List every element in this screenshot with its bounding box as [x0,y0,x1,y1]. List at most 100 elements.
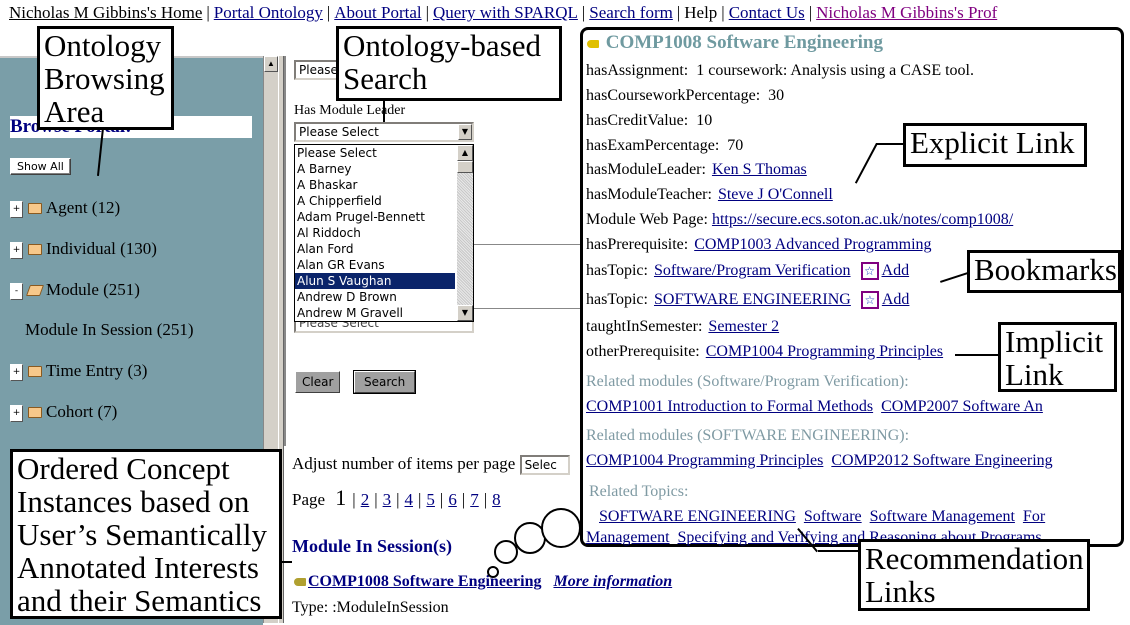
result-title-link[interactable]: COMP1008 Software Engineering [308,573,541,590]
related-topic-link[interactable]: Software Management [870,508,1015,525]
page-link[interactable]: 7 [465,490,484,509]
dropdown-option[interactable]: Andrew M Gravell [295,305,455,321]
topic-link[interactable]: Software/Program Verification [654,262,851,279]
related-topic-link[interactable]: Software [804,508,862,525]
dropdown-option[interactable]: Andrew D Brown [295,289,455,305]
tree-item-label: Time Entry (3) [46,361,148,380]
items-per-page-select[interactable]: Selec [519,455,570,476]
bookmark-star-icon[interactable]: ☆ [860,291,879,310]
scroll-down-arrow-icon[interactable]: ▼ [457,305,473,321]
dropdown-option[interactable]: A Chipperfield [295,193,455,209]
tree-item-time-entry[interactable]: + Time Entry (3) [10,361,147,381]
page-link[interactable]: 8 [487,490,506,509]
related-module-link[interactable]: COMP2007 Software An [881,398,1043,415]
module-leader-select[interactable]: Please Select ▼ [294,122,474,142]
nav-search-form-link[interactable]: Search form [589,3,673,22]
results-section-title: Module In Session(s) [292,536,453,556]
nav-separator: | [676,3,681,22]
dropdown-scrollbar[interactable]: ▲ ▼ [457,145,473,321]
tree-item-individual[interactable]: + Individual (130) [10,239,157,259]
module-teacher-link[interactable]: Steve J O'Connell [718,186,833,203]
dropdown-option[interactable]: Al Riddoch [295,225,455,241]
page-link[interactable]: 6 [443,490,462,509]
clear-button[interactable]: Clear [295,371,341,393]
property-key: hasPrerequisite: [586,236,689,253]
tree-item-module[interactable]: - Module (251) [10,280,140,300]
other-prerequisite-link[interactable]: COMP1004 Programming Principles [706,343,943,360]
related-module-link[interactable]: COMP2012 Software Engineering [831,452,1052,469]
nav-separator: | [425,3,430,22]
dropdown-option[interactable]: A Bhaskar [295,177,455,193]
add-bookmark-link[interactable]: Add [882,291,910,308]
property-key: hasTopic: [586,291,648,308]
property-key: hasCourseworkPercentage: [586,87,761,104]
property-key: hasModuleTeacher: [586,186,712,203]
nav-separator: | [808,3,813,22]
semester-link[interactable]: Semester 2 [708,318,779,335]
nav-home-link[interactable]: Nicholas M Gibbins's Home [9,3,202,22]
dropdown-option[interactable]: Please Select [295,145,455,161]
tree-item-label: Agent (12) [46,198,121,217]
related-module-link[interactable]: COMP1004 Programming Principles [586,452,823,469]
expand-toggle[interactable]: + [10,200,23,218]
scroll-up-arrow-icon[interactable]: ▲ [264,56,278,72]
tag-icon [587,39,599,48]
tree-item-agent[interactable]: + Agent (12) [10,198,120,218]
nav-separator: | [206,3,210,22]
module-webpage-link[interactable]: https://secure.ecs.soton.ac.uk/notes/com… [712,211,1013,228]
property-key: otherPrerequisite: [586,343,700,360]
dropdown-option[interactable]: Adam Prugel-Bennett [295,209,455,225]
bookmark-star-icon[interactable]: ☆ [860,262,879,281]
nav-about-portal-link[interactable]: About Portal [334,3,421,22]
callout-bookmarks: Bookmarks [967,250,1121,293]
scroll-thumb[interactable] [457,161,473,173]
nav-portal-ontology-link[interactable]: Portal Ontology [214,3,323,22]
property-value: 10 [696,112,713,129]
dropdown-arrow-icon[interactable]: ▼ [458,124,472,140]
module-leader-link[interactable]: Ken S Thomas [712,161,807,178]
related-topic-link[interactable]: Management [586,529,670,546]
property-row: hasModuleTeacher: Steve J O'Connell [586,186,833,204]
related-modules-label: Related modules (SOFTWARE ENGINEERING): [586,427,910,444]
page-link[interactable]: 2 [356,490,375,509]
dropdown-option[interactable]: Alan Ford [295,241,455,257]
top-navigation: Nicholas M Gibbins's Home | Portal Ontolog… [9,3,997,23]
page-link[interactable]: 5 [421,490,440,509]
property-value: 1 coursework: Analysis using a CASE tool… [696,62,974,79]
tree-item-module-in-session[interactable]: Module In Session (251) [25,320,194,340]
property-row: Module Web Page: https://secure.ecs.soton… [586,211,1013,229]
more-information-link[interactable]: More information [553,573,672,590]
property-row: hasPrerequisite: COMP1003 Advanced Progra… [586,236,932,254]
collapse-toggle[interactable]: - [10,282,23,300]
page-link[interactable]: 4 [400,490,419,509]
tree-item-label: Module In Session (251) [25,320,194,339]
property-row: hasCreditValue: 10 [586,112,712,130]
page-link[interactable]: 3 [378,490,397,509]
module-leader-label: Has Module Leader [294,103,406,118]
nav-profile-link[interactable]: Nicholas M Gibbins's Prof [816,3,997,22]
nav-contact-link[interactable]: Contact Us [729,3,805,22]
related-module-link[interactable]: COMP1001 Introduction to Formal Methods [586,398,873,415]
module-leader-dropdown-list[interactable]: Please Select A Barney A Bhaskar A Chipp… [294,144,474,322]
scroll-up-arrow-icon[interactable]: ▲ [457,145,473,161]
detail-title: COMP1008 Software Engineering [587,32,883,54]
property-key: hasCreditValue: [586,112,689,129]
expand-toggle[interactable]: + [10,241,23,259]
tree-item-cohort[interactable]: + Cohort (7) [10,402,117,422]
callout-implicit-link: Implicit Link [998,322,1117,392]
dropdown-option[interactable]: Alan GR Evans [295,257,455,273]
expand-toggle[interactable]: + [10,404,23,422]
nav-help[interactable]: Help [684,3,717,22]
search-button[interactable]: Search [352,370,417,394]
prerequisite-link[interactable]: COMP1003 Advanced Programming [694,236,931,253]
detail-title-text: COMP1008 Software Engineering [605,32,883,53]
dropdown-option[interactable]: A Barney [295,161,455,177]
topic-link[interactable]: SOFTWARE ENGINEERING [654,291,851,308]
nav-sparql-link[interactable]: Query with SPARQL [433,3,578,22]
show-all-button[interactable]: Show All [10,158,71,175]
dropdown-option-highlighted[interactable]: Alun S Vaughan [295,273,455,289]
add-bookmark-link[interactable]: Add [882,262,910,279]
expand-toggle[interactable]: + [10,363,23,381]
related-topic-link[interactable]: SOFTWARE ENGINEERING [599,508,796,525]
related-topic-link[interactable]: For [1023,508,1045,525]
